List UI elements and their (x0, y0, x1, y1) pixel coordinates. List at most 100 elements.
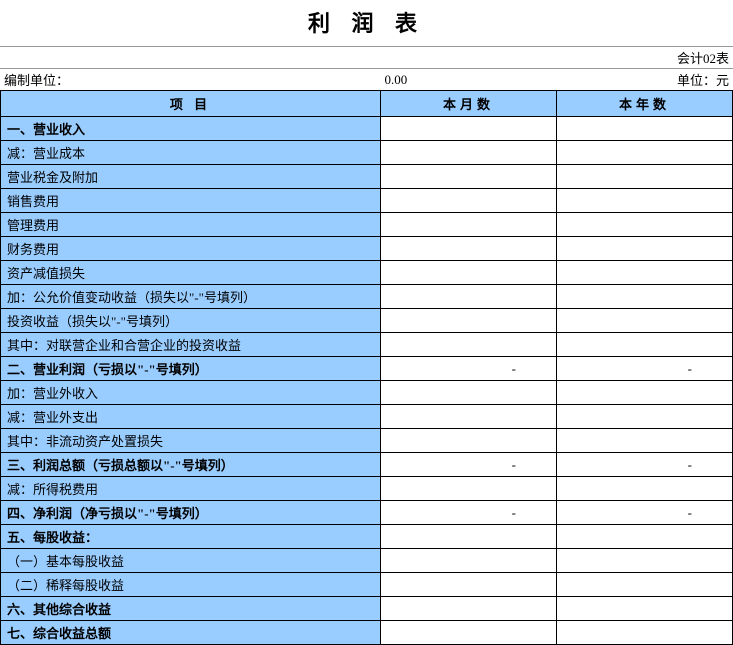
row-month-value[interactable]: - (381, 357, 557, 381)
table-row: 销售费用 (1, 189, 733, 213)
row-label: 二、营业利润（亏损以"-"号填列） (1, 357, 381, 381)
form-code: 会计02表 (557, 47, 733, 69)
table-row: 营业税金及附加 (1, 165, 733, 189)
row-label: 六、其他综合收益 (1, 597, 381, 621)
table-row: 财务费用 (1, 237, 733, 261)
row-label: 其中：非流动资产处置损失 (1, 429, 381, 453)
row-year-value[interactable]: - (557, 501, 733, 525)
meta-blank-1 (0, 47, 381, 69)
row-year-value[interactable] (557, 477, 733, 501)
row-label: 五、每股收益： (1, 525, 381, 549)
row-month-value[interactable]: - (381, 453, 557, 477)
row-year-value[interactable] (557, 381, 733, 405)
row-label: 三、利润总额（亏损总额以"-"号填列） (1, 453, 381, 477)
row-month-value[interactable] (381, 237, 557, 261)
row-label: 销售费用 (1, 189, 381, 213)
prepared-by-label: 编制单位： (0, 69, 381, 91)
table-body: 一、营业收入减：营业成本营业税金及附加销售费用管理费用财务费用资产减值损失加：公… (1, 117, 733, 645)
row-label: 营业税金及附加 (1, 165, 381, 189)
table-row: 一、营业收入 (1, 117, 733, 141)
row-label: 投资收益（损失以"-"号填列） (1, 309, 381, 333)
row-year-value[interactable]: - (557, 453, 733, 477)
row-month-value[interactable] (381, 213, 557, 237)
row-month-value[interactable] (381, 285, 557, 309)
row-year-value[interactable] (557, 405, 733, 429)
table-row: 管理费用 (1, 213, 733, 237)
table-row: 加：营业外收入 (1, 381, 733, 405)
row-label: 财务费用 (1, 237, 381, 261)
row-year-value[interactable] (557, 429, 733, 453)
row-month-value[interactable] (381, 525, 557, 549)
table-row: 其中：对联营企业和合营企业的投资收益 (1, 333, 733, 357)
row-year-value[interactable] (557, 117, 733, 141)
row-label: （一）基本每股收益 (1, 549, 381, 573)
table-row: 七、综合收益总额 (1, 621, 733, 645)
unit-label: 单位：元 (557, 69, 733, 91)
meta-area: 会计02表 编制单位： 0.00 单位：元 (0, 46, 733, 90)
meta-blank-2 (381, 47, 557, 69)
row-label: 加：营业外收入 (1, 381, 381, 405)
row-year-value[interactable] (557, 573, 733, 597)
row-year-value[interactable] (557, 597, 733, 621)
row-year-value[interactable] (557, 213, 733, 237)
row-month-value[interactable] (381, 477, 557, 501)
row-month-value[interactable] (381, 597, 557, 621)
income-statement-table: 项 目 本月数 本年数 一、营业收入减：营业成本营业税金及附加销售费用管理费用财… (0, 90, 733, 645)
header-item: 项 目 (1, 91, 381, 117)
period-value: 0.00 (381, 69, 557, 91)
header-year: 本年数 (557, 91, 733, 117)
row-label: 七、综合收益总额 (1, 621, 381, 645)
table-row: 五、每股收益： (1, 525, 733, 549)
report-title: 利 润 表 (0, 0, 733, 46)
row-month-value[interactable] (381, 405, 557, 429)
row-month-value[interactable] (381, 381, 557, 405)
row-month-value[interactable] (381, 189, 557, 213)
row-year-value[interactable] (557, 141, 733, 165)
row-year-value[interactable] (557, 165, 733, 189)
table-row: 投资收益（损失以"-"号填列） (1, 309, 733, 333)
row-month-value[interactable]: - (381, 501, 557, 525)
row-month-value[interactable] (381, 261, 557, 285)
table-row: 资产减值损失 (1, 261, 733, 285)
row-year-value[interactable] (557, 261, 733, 285)
row-month-value[interactable] (381, 309, 557, 333)
row-year-value[interactable] (557, 525, 733, 549)
row-label: 其中：对联营企业和合营企业的投资收益 (1, 333, 381, 357)
row-year-value[interactable]: - (557, 357, 733, 381)
row-month-value[interactable] (381, 117, 557, 141)
header-month: 本月数 (381, 91, 557, 117)
row-year-value[interactable] (557, 621, 733, 645)
row-month-value[interactable] (381, 549, 557, 573)
table-row: 减：营业外支出 (1, 405, 733, 429)
header-row: 项 目 本月数 本年数 (1, 91, 733, 117)
table-row: 减：所得税费用 (1, 477, 733, 501)
table-row: （二）稀释每股收益 (1, 573, 733, 597)
row-year-value[interactable] (557, 285, 733, 309)
row-month-value[interactable] (381, 573, 557, 597)
row-year-value[interactable] (557, 309, 733, 333)
row-year-value[interactable] (557, 333, 733, 357)
row-label: 四、净利润（净亏损以"-"号填列） (1, 501, 381, 525)
row-label: 加：公允价值变动收益（损失以"-"号填列） (1, 285, 381, 309)
row-month-value[interactable] (381, 165, 557, 189)
row-year-value[interactable] (557, 237, 733, 261)
row-label: 一、营业收入 (1, 117, 381, 141)
row-month-value[interactable] (381, 333, 557, 357)
table-row: 其中：非流动资产处置损失 (1, 429, 733, 453)
table-row: 二、营业利润（亏损以"-"号填列）-- (1, 357, 733, 381)
row-year-value[interactable] (557, 549, 733, 573)
row-label: 资产减值损失 (1, 261, 381, 285)
row-year-value[interactable] (557, 189, 733, 213)
table-row: 三、利润总额（亏损总额以"-"号填列）-- (1, 453, 733, 477)
row-label: 管理费用 (1, 213, 381, 237)
row-month-value[interactable] (381, 621, 557, 645)
table-row: 六、其他综合收益 (1, 597, 733, 621)
table-row: 加：公允价值变动收益（损失以"-"号填列） (1, 285, 733, 309)
row-month-value[interactable] (381, 429, 557, 453)
row-label: 减：营业成本 (1, 141, 381, 165)
row-label: （二）稀释每股收益 (1, 573, 381, 597)
row-label: 减：营业外支出 (1, 405, 381, 429)
row-month-value[interactable] (381, 141, 557, 165)
table-row: （一）基本每股收益 (1, 549, 733, 573)
table-row: 四、净利润（净亏损以"-"号填列）-- (1, 501, 733, 525)
